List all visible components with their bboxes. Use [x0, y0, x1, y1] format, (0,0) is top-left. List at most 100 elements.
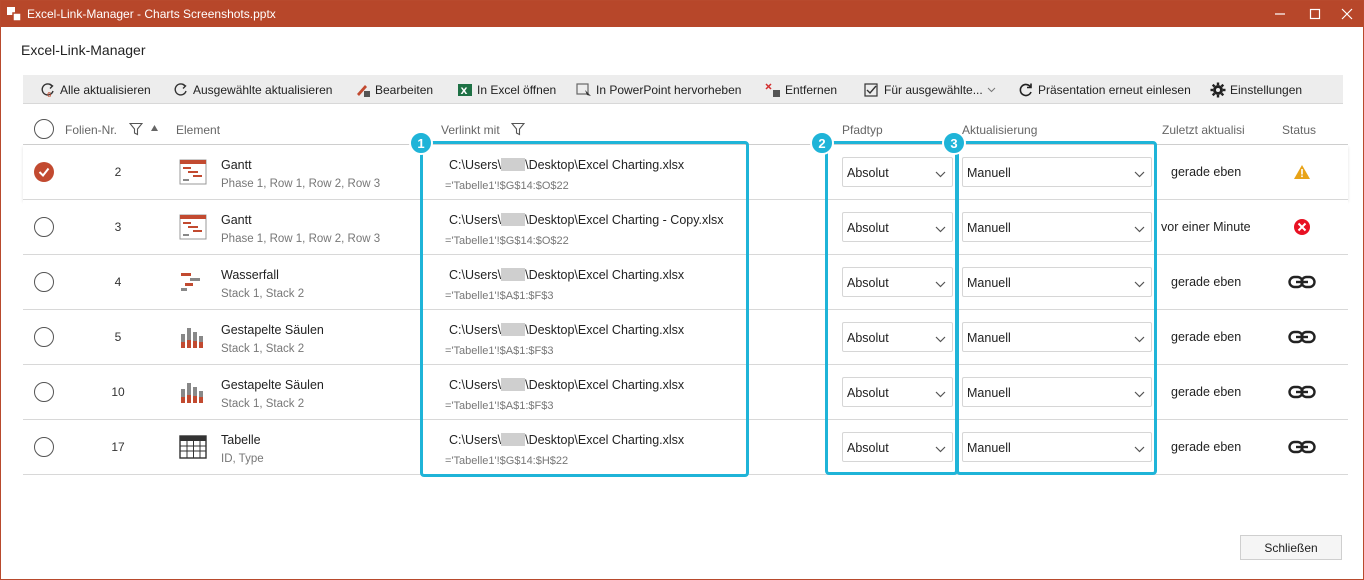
callout-box-update	[956, 141, 1157, 475]
refresh-selected-label: Ausgewählte aktualisieren	[193, 82, 333, 97]
edit-label: Bearbeiten	[375, 82, 434, 97]
title-bar: Excel-Link-Manager - Charts Screenshots.…	[1, 1, 1363, 27]
slide-number: 10	[111, 385, 125, 399]
element-series: Phase 1, Row 1, Row 2, Row 3	[221, 233, 381, 245]
close-window-button[interactable]	[1330, 1, 1364, 27]
callout-box-linked-with	[420, 141, 749, 477]
header-slide-no[interactable]: Folien-Nr.	[65, 123, 117, 137]
stacked-column-icon	[179, 324, 207, 350]
element-name: Wasserfall	[221, 268, 279, 282]
link-icon	[1287, 270, 1317, 294]
remove-label: Entfernen	[785, 82, 838, 97]
row-select-radio[interactable]	[34, 162, 54, 182]
table-icon	[179, 434, 207, 460]
header-path-type[interactable]: Pfadtyp	[842, 123, 883, 137]
svg-text:X: X	[461, 87, 468, 97]
settings-button[interactable]: Einstellungen	[1210, 75, 1302, 104]
edit-button[interactable]: Bearbeiten	[355, 75, 433, 104]
edit-excel-icon	[357, 84, 370, 97]
refresh-icon	[174, 82, 187, 96]
maximize-icon	[1309, 8, 1321, 20]
refresh-all-button[interactable]: 6 Alle aktualisieren	[40, 75, 151, 104]
element-series: Phase 1, Row 1, Row 2, Row 3	[221, 178, 381, 190]
error-icon	[1287, 215, 1317, 239]
header-last-updated[interactable]: Zuletzt aktualisi	[1162, 123, 1245, 137]
remove-icon	[765, 82, 780, 97]
row-select-radio[interactable]	[34, 382, 54, 402]
highlight-in-powerpoint-label: In PowerPoint hervorheben	[596, 82, 742, 97]
svg-text:6: 6	[47, 91, 52, 98]
slide-number: 3	[114, 220, 122, 234]
for-selected-dropdown[interactable]: Für ausgewählte...	[864, 75, 996, 104]
callout-number: 1	[409, 131, 433, 155]
gear-icon	[1210, 82, 1226, 97]
slide-number: 2	[114, 165, 122, 179]
minimize-icon	[1275, 13, 1285, 15]
callout-box-path-type	[825, 141, 958, 475]
row-select-radio[interactable]	[34, 217, 54, 237]
select-all-radio[interactable]	[34, 119, 54, 139]
row-select-radio[interactable]	[34, 327, 54, 347]
gantt-icon	[179, 214, 207, 240]
excel-icon: X	[458, 83, 472, 97]
element-series: ID, Type	[221, 453, 264, 465]
refresh-all-label: Alle aktualisieren	[60, 82, 151, 97]
reload-icon	[1019, 83, 1032, 96]
waterfall-icon	[179, 269, 207, 295]
chevron-down-icon	[987, 87, 996, 93]
sort-ascending-icon[interactable]	[150, 124, 159, 132]
header-status[interactable]: Status	[1282, 123, 1316, 137]
remove-button[interactable]: Entfernen	[765, 75, 837, 104]
open-in-excel-label: In Excel öffnen	[477, 82, 557, 97]
element-name: Gestapelte Säulen	[221, 378, 324, 392]
reload-presentation-button[interactable]: Präsentation erneut einlesen	[1018, 75, 1191, 104]
callout-number: 2	[810, 131, 834, 155]
settings-label: Einstellungen	[1230, 82, 1303, 97]
refresh-selected-button[interactable]: Ausgewählte aktualisieren	[173, 75, 332, 104]
header-update[interactable]: Aktualisierung	[962, 123, 1037, 137]
filter-icon[interactable]	[129, 122, 143, 136]
highlight-in-powerpoint-button[interactable]: In PowerPoint hervorheben	[576, 75, 741, 104]
last-updated: vor einer Minute	[1161, 220, 1251, 234]
element-name: Gestapelte Säulen	[221, 323, 324, 337]
link-icon	[1287, 435, 1317, 459]
window-title: Excel-Link-Manager - Charts Screenshots.…	[27, 7, 276, 21]
header-element[interactable]: Element	[176, 123, 220, 137]
close-dialog-button[interactable]: Schließen	[1240, 535, 1342, 560]
last-updated: gerade eben	[1171, 165, 1242, 179]
element-name: Tabelle	[221, 433, 261, 447]
for-selected-label: Für ausgewählte...	[884, 82, 983, 97]
slide-number: 5	[114, 330, 122, 344]
row-select-radio[interactable]	[34, 437, 54, 457]
open-in-excel-button[interactable]: X In Excel öffnen	[457, 75, 556, 104]
last-updated: gerade eben	[1171, 275, 1242, 289]
app-heading: Excel-Link-Manager	[21, 42, 146, 58]
checkmark-icon	[38, 167, 50, 178]
link-icon	[1287, 380, 1317, 404]
excel-link-manager-window: Excel-Link-Manager - Charts Screenshots.…	[0, 0, 1364, 580]
gantt-icon	[179, 159, 207, 185]
last-updated: gerade eben	[1171, 330, 1242, 344]
maximize-button[interactable]	[1298, 1, 1332, 27]
highlight-icon	[576, 82, 591, 96]
slide-number: 17	[111, 440, 125, 454]
element-series: Stack 1, Stack 2	[221, 288, 305, 300]
last-updated: gerade eben	[1171, 385, 1242, 399]
warning-icon	[1287, 160, 1317, 184]
close-icon	[1341, 8, 1353, 20]
minimize-button[interactable]	[1263, 1, 1297, 27]
filter-icon[interactable]	[511, 122, 525, 136]
refresh-all-icon: 6	[41, 82, 54, 98]
callout-number: 3	[942, 131, 966, 155]
header-linked-with[interactable]: Verlinkt mit	[441, 123, 500, 137]
link-icon	[1287, 325, 1317, 349]
reload-presentation-label: Präsentation erneut einlesen	[1038, 82, 1191, 97]
app-logo-icon	[7, 7, 21, 21]
element-name: Gantt	[221, 213, 252, 227]
slide-number: 4	[114, 275, 122, 289]
toolbar: 6 Alle aktualisieren Ausgewählte aktuali…	[23, 75, 1343, 104]
row-select-radio[interactable]	[34, 272, 54, 292]
last-updated: gerade eben	[1171, 440, 1242, 454]
element-series: Stack 1, Stack 2	[221, 398, 305, 410]
element-series: Stack 1, Stack 2	[221, 343, 305, 355]
